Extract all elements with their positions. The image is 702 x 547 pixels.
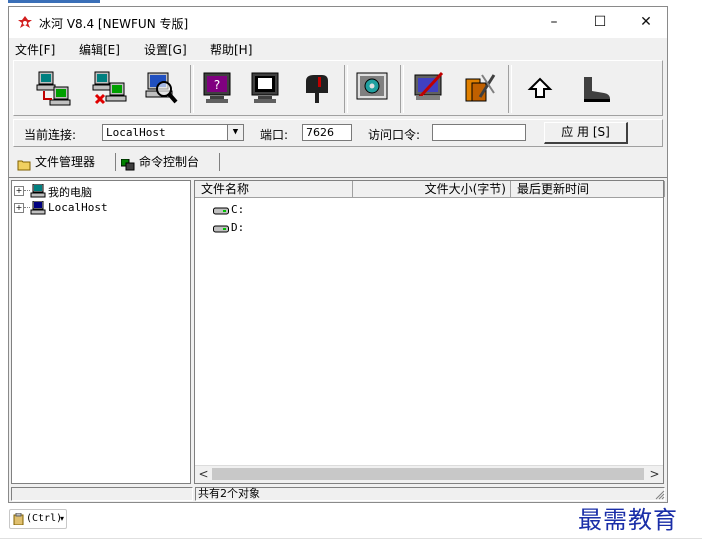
status-bar: 共有2个对象 xyxy=(9,486,667,502)
chevron-down-icon[interactable]: ▼ xyxy=(227,125,243,140)
console-icon xyxy=(120,156,135,171)
expand-icon[interactable]: + xyxy=(14,186,24,196)
password-field[interactable] xyxy=(432,124,526,141)
toolbar-separator xyxy=(400,65,404,113)
chevron-down-icon: ▾ xyxy=(60,514,65,523)
paste-options-button[interactable]: (Ctrl) ▾ xyxy=(9,509,67,529)
tab-divider xyxy=(219,153,220,171)
expand-icon[interactable]: + xyxy=(14,203,24,213)
settings-gear-icon[interactable] xyxy=(354,69,390,107)
toolbar-separator xyxy=(344,65,348,113)
minimize-button[interactable]: – xyxy=(531,7,577,38)
close-button[interactable]: ✕ xyxy=(623,7,669,38)
menu-edit[interactable]: 编辑[E] xyxy=(79,41,120,58)
maximize-button[interactable]: ☐ xyxy=(577,7,623,38)
file-list: 文件名称 文件大小(字节) 最后更新时间 C: D: < > xyxy=(194,180,665,484)
bottom-divider xyxy=(0,538,702,539)
column-header: 文件名称 文件大小(字节) 最后更新时间 xyxy=(195,181,665,198)
scroll-right-icon[interactable]: > xyxy=(646,466,663,483)
tab-divider xyxy=(115,153,116,171)
search-computer-icon[interactable] xyxy=(144,69,180,107)
tab-command-console[interactable]: 命令控制台 xyxy=(120,151,217,173)
disconnect-computer-icon[interactable] xyxy=(92,69,128,107)
edit-monitor-icon[interactable] xyxy=(412,69,448,107)
drive-icon xyxy=(213,205,229,215)
menu-help[interactable]: 帮助[H] xyxy=(210,41,252,58)
clipboard-icon xyxy=(13,512,25,526)
connection-select-value: LocalHost xyxy=(106,126,166,139)
boot-icon[interactable] xyxy=(578,69,614,107)
menu-settings[interactable]: 设置[G] xyxy=(144,41,187,58)
current-connection-label: 当前连接: xyxy=(24,128,77,142)
toolbar: ? xyxy=(13,60,663,116)
column-file-size[interactable]: 文件大小(字节) xyxy=(353,181,511,197)
port-field[interactable]: 7626 xyxy=(302,124,352,141)
back-arrow-icon[interactable] xyxy=(524,69,560,107)
connection-bar: 当前连接: LocalHost ▼ 端口: 7626 访问口令: 应 用 [S] xyxy=(13,119,663,147)
watermark-text: 最需教育 xyxy=(578,506,678,534)
tab-strip: 文件管理器 命令控制台 xyxy=(13,151,663,173)
app-logo-icon xyxy=(17,15,33,31)
content-panel: + 我的电脑 + LocalHost 文件名称 文件大小(字节) 最后更新时间 … xyxy=(9,177,667,487)
connect-computer-icon[interactable] xyxy=(36,69,72,107)
port-label: 端口: xyxy=(260,128,289,142)
scroll-left-icon[interactable]: < xyxy=(195,466,212,483)
svg-text:?: ? xyxy=(214,78,220,92)
tools-icon[interactable] xyxy=(462,69,498,107)
resize-grip-icon[interactable] xyxy=(655,490,665,500)
apply-button[interactable]: 应 用 [S] xyxy=(544,122,628,144)
tab-file-manager[interactable]: 文件管理器 xyxy=(17,151,113,173)
status-text: 共有2个对象 xyxy=(195,487,665,501)
my-computer-icon xyxy=(30,183,46,198)
host-computer-icon xyxy=(30,200,46,215)
folder-icon xyxy=(17,156,31,171)
password-label: 访问口令: xyxy=(368,128,421,142)
status-segment-left xyxy=(11,487,193,501)
toolbar-separator xyxy=(508,65,512,113)
top-accent xyxy=(8,0,100,3)
toolbar-separator xyxy=(190,65,194,113)
menu-file[interactable]: 文件[F] xyxy=(15,41,55,58)
scroll-thumb[interactable] xyxy=(212,468,644,480)
drive-icon xyxy=(213,223,229,233)
menu-bar: 文件[F] 编辑[E] 设置[G] 帮助[H] xyxy=(9,38,667,58)
horizontal-scrollbar[interactable]: < > xyxy=(195,465,663,483)
folder-tree: + 我的电脑 + LocalHost xyxy=(11,180,191,484)
help-monitor-icon[interactable]: ? xyxy=(200,69,236,107)
title-bar: 冰河 V8.4 [NEWFUN 专版] – ☐ ✕ xyxy=(9,7,667,38)
screen-capture-icon[interactable] xyxy=(248,69,284,107)
column-file-name[interactable]: 文件名称 xyxy=(195,181,353,197)
mailbox-icon[interactable] xyxy=(298,69,334,107)
connection-select[interactable]: LocalHost ▼ xyxy=(102,124,244,141)
window-title: 冰河 V8.4 [NEWFUN 专版] xyxy=(39,17,189,31)
column-last-modified[interactable]: 最后更新时间 xyxy=(511,181,665,197)
app-window: 冰河 V8.4 [NEWFUN 专版] – ☐ ✕ 文件[F] 编辑[E] 设置… xyxy=(8,6,668,503)
